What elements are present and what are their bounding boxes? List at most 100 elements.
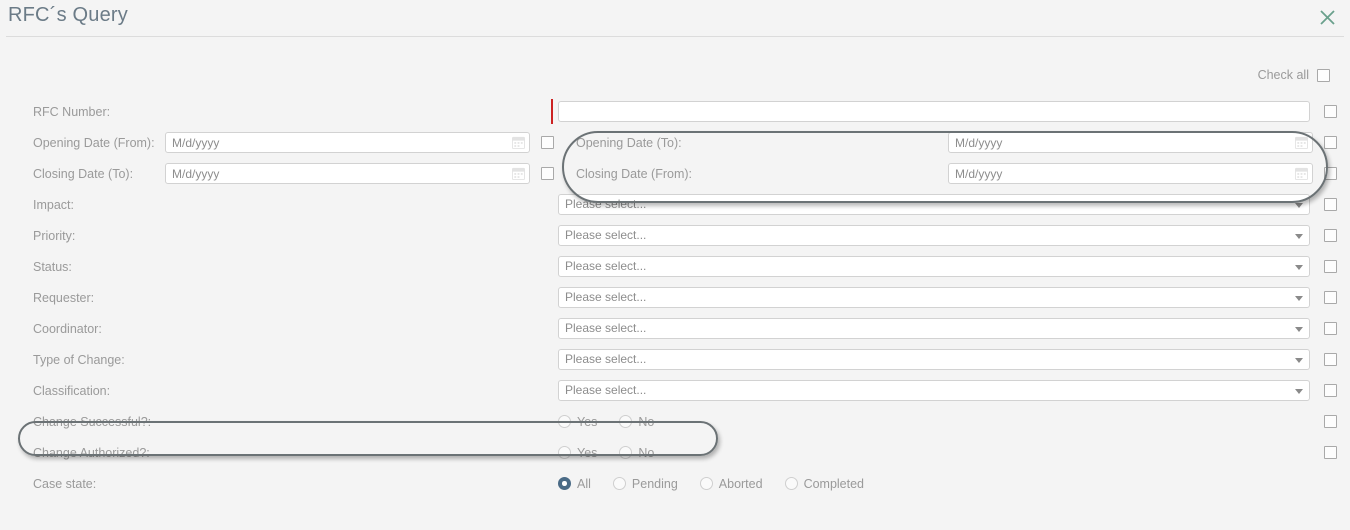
row-opening-date: Opening Date (From): Opening Date (To): <box>0 127 1350 158</box>
type-of-change-select[interactable]: Please select... <box>558 349 1310 370</box>
checkbox-closing-date-from[interactable] <box>1324 167 1337 180</box>
chevron-down-icon <box>1295 265 1303 270</box>
checkbox-rfc-number[interactable] <box>1324 105 1337 118</box>
row-impact: Impact: Please select... <box>0 189 1350 220</box>
field-closing-date-to <box>165 163 530 184</box>
case-state-radio-all[interactable]: All <box>558 477 591 491</box>
case-state-radio-pending[interactable]: Pending <box>612 476 678 491</box>
checkbox-impact[interactable] <box>1324 198 1337 211</box>
rfc-number-input[interactable] <box>558 101 1310 122</box>
row-closing-date: Closing Date (To): Closing Date (From): <box>0 158 1350 189</box>
change-successful-radio-yes[interactable]: Yes <box>558 415 597 429</box>
checkbox-status[interactable] <box>1324 260 1337 273</box>
checkbox-type-of-change[interactable] <box>1324 353 1337 366</box>
calendar-icon[interactable] <box>512 167 525 180</box>
coordinator-select-value: Please select... <box>565 321 647 335</box>
check-all-label: Check all <box>1257 68 1309 82</box>
checkbox-classification[interactable] <box>1324 384 1337 397</box>
status-select-value: Please select... <box>565 259 647 273</box>
label-type-of-change: Type of Change: <box>33 352 125 367</box>
label-impact: Impact: <box>33 197 74 212</box>
row-case-state: Case state: All Pending Aborted Complete… <box>0 468 1350 499</box>
radio-icon <box>619 415 633 428</box>
close-icon <box>1319 9 1335 25</box>
checkbox-priority[interactable] <box>1324 229 1337 242</box>
closing-date-from-input[interactable] <box>948 163 1313 184</box>
opening-date-from-input[interactable] <box>165 132 530 153</box>
radio-label: Completed <box>803 476 865 491</box>
row-requester: Requester: Please select... <box>0 282 1350 313</box>
chevron-down-icon <box>1295 234 1303 239</box>
radio-label: Pending <box>631 476 678 491</box>
radio-label: No <box>638 445 655 460</box>
opening-date-to-input[interactable] <box>948 132 1313 153</box>
change-successful-radio-no[interactable]: No <box>619 415 654 429</box>
change-authorized-radio-yes[interactable]: Yes <box>558 446 597 460</box>
requester-select[interactable]: Please select... <box>558 287 1310 308</box>
checkbox-coordinator[interactable] <box>1324 322 1337 335</box>
checkbox-change-authorized[interactable] <box>1324 446 1337 459</box>
radio-label: Aborted <box>718 476 763 491</box>
calendar-icon[interactable] <box>512 136 525 149</box>
label-closing-date-from: Closing Date (From): <box>576 166 692 181</box>
case-state-radio-completed[interactable]: Completed <box>784 476 865 491</box>
checkbox-requester[interactable] <box>1324 291 1337 304</box>
radio-icon <box>699 477 713 490</box>
radio-icon <box>558 446 571 459</box>
field-impact: Please select... <box>558 194 1310 215</box>
checkbox-opening-date-to[interactable] <box>1324 136 1337 149</box>
label-opening-date-from: Opening Date (From): <box>33 135 155 150</box>
radio-icon <box>558 415 571 428</box>
row-change-successful: Change Successful?: Yes No <box>0 406 1350 437</box>
field-rfc-number <box>551 99 1310 124</box>
close-button[interactable] <box>1314 4 1340 30</box>
label-priority: Priority: <box>33 228 76 243</box>
checkbox-closing-date-to[interactable] <box>541 167 554 180</box>
radio-icon <box>784 477 798 490</box>
status-select[interactable]: Please select... <box>558 256 1310 277</box>
check-all-checkbox[interactable] <box>1317 68 1330 82</box>
radio-icon <box>612 477 626 490</box>
check-all-row[interactable]: Check all <box>1258 68 1330 82</box>
label-case-state: Case state: <box>33 476 97 491</box>
row-change-authorized: Change Authorized?: Yes No <box>0 437 1350 468</box>
field-case-state: All Pending Aborted Completed <box>558 477 1310 491</box>
coordinator-select[interactable]: Please select... <box>558 318 1310 339</box>
classification-select[interactable]: Please select... <box>558 380 1310 401</box>
chevron-down-icon <box>1295 296 1303 301</box>
required-marker <box>551 99 553 124</box>
label-rfc-number: RFC Number: <box>33 104 111 119</box>
radio-label: Yes <box>577 445 598 460</box>
label-change-successful: Change Successful?: <box>33 414 152 429</box>
label-requester: Requester: <box>33 290 95 305</box>
change-authorized-radio-no[interactable]: No <box>619 446 654 460</box>
row-coordinator: Coordinator: Please select... <box>0 313 1350 344</box>
case-state-radio-aborted[interactable]: Aborted <box>699 476 763 491</box>
requester-select-value: Please select... <box>565 290 647 304</box>
priority-select[interactable]: Please select... <box>558 225 1310 246</box>
row-status: Status: Please select... <box>0 251 1350 282</box>
page-title: RFC´s Query <box>8 4 128 26</box>
label-change-authorized: Change Authorized?: <box>33 445 150 460</box>
chevron-down-icon <box>1295 203 1303 208</box>
calendar-icon[interactable] <box>1295 136 1308 149</box>
checkbox-opening-date-from[interactable] <box>541 136 554 149</box>
radio-label: No <box>638 414 655 429</box>
radio-label: All <box>577 476 591 491</box>
closing-date-to-input[interactable] <box>165 163 530 184</box>
query-form: RFC Number: Opening Date (From): Opening… <box>0 96 1350 499</box>
field-status: Please select... <box>558 256 1310 277</box>
field-opening-date-to <box>948 132 1313 153</box>
field-change-authorized: Yes No <box>558 446 1310 460</box>
row-rfc-number: RFC Number: <box>0 96 1350 127</box>
radio-icon <box>619 446 633 459</box>
checkbox-change-successful[interactable] <box>1324 415 1337 428</box>
impact-select-value: Please select... <box>565 197 647 211</box>
field-requester: Please select... <box>558 287 1310 308</box>
priority-select-value: Please select... <box>565 228 647 242</box>
impact-select[interactable]: Please select... <box>558 194 1310 215</box>
chevron-down-icon <box>1295 358 1303 363</box>
calendar-icon[interactable] <box>1295 167 1308 180</box>
field-opening-date-from <box>165 132 530 153</box>
field-classification: Please select... <box>558 380 1310 401</box>
